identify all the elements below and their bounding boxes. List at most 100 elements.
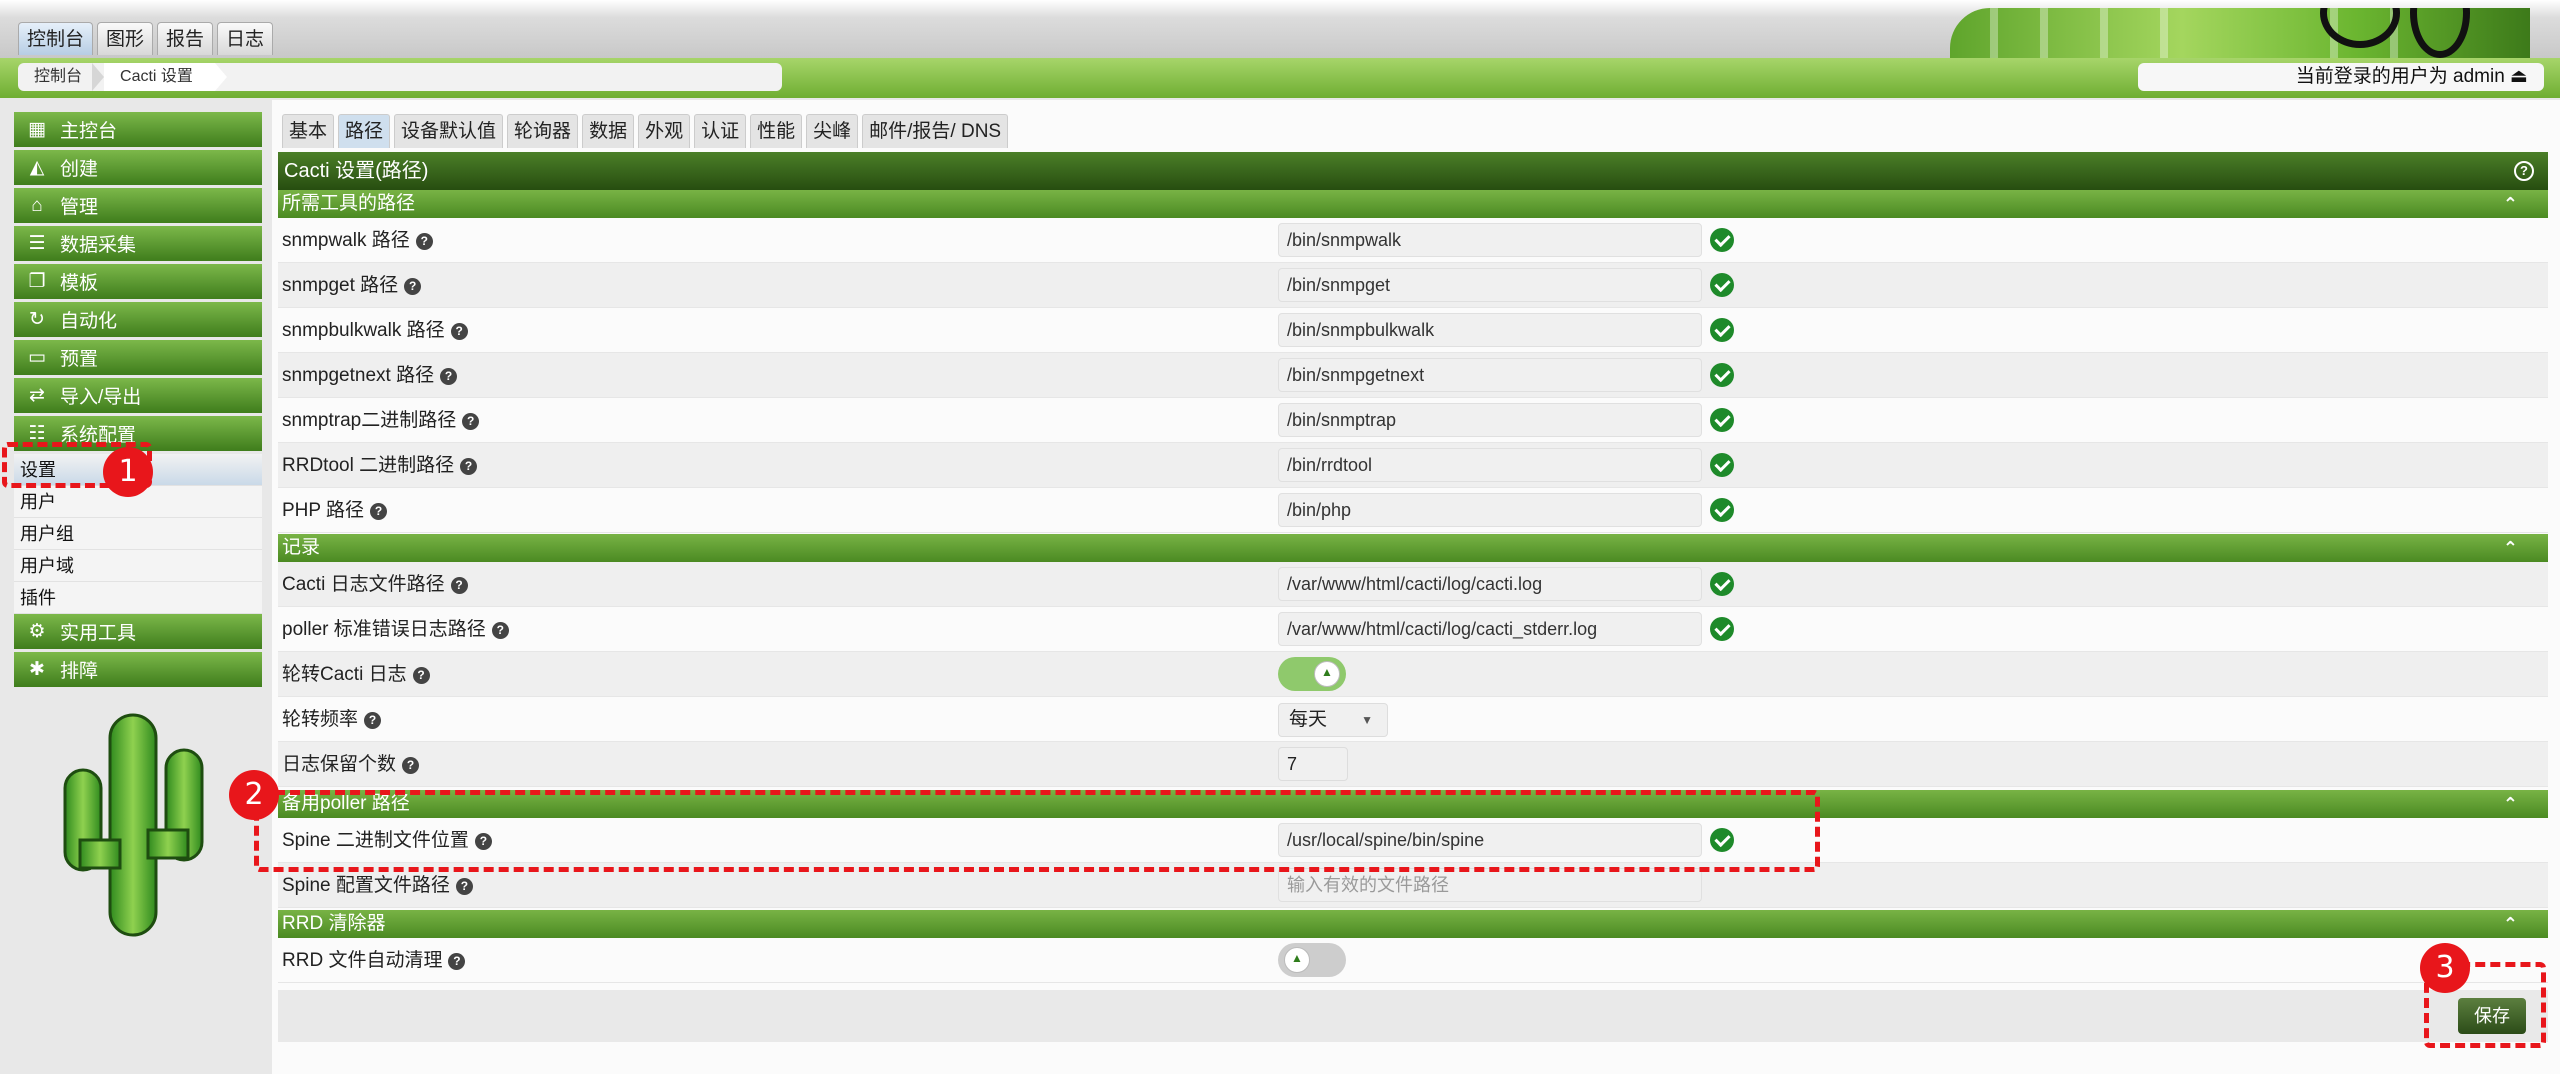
tab-performance[interactable]: 性能 [750,114,803,148]
sidebar-item-management[interactable]: ⌂ 管理 [14,188,262,223]
setting-row: 轮转频率? 每天 ▼ [278,697,2548,742]
help-icon[interactable]: ? [404,278,422,295]
breadcrumb-settings[interactable]: Cacti 设置 [104,63,227,91]
sidebar-item-create[interactable]: ◭ 创建 [14,150,262,185]
cogs-icon: ⚙ [28,621,46,642]
setting-row: RRD 文件自动清理? [278,938,2548,983]
help-icon[interactable]: ? [460,458,478,475]
tab-mail-reports-dns[interactable]: 邮件/报告/ DNS [862,114,1009,148]
sidebar-item-label: 排障 [60,661,99,682]
tab-visual[interactable]: 外观 [638,114,691,148]
logged-in-user[interactable]: 当前登录的用户为 admin ⏏ [2138,63,2544,91]
label-text: 轮转Cacti 日志 [282,664,407,685]
sync-icon: ↻ [29,309,45,330]
tab-poller[interactable]: 轮询器 [507,114,579,148]
poller-stderr-path-input[interactable]: /var/www/html/cacti/log/cacti_stderr.log [1278,612,1702,646]
tab-authentication[interactable]: 认证 [694,114,747,148]
label-text: RRDtool 二进制路径 [282,455,455,476]
php-path-input[interactable]: /bin/php [1278,493,1702,527]
label-text: snmpget 路径 [282,275,399,296]
setting-label: Cacti 日志文件路径? [282,562,468,607]
setting-label: 轮转频率? [282,697,382,742]
help-icon[interactable]: ? [370,503,388,520]
help-icon[interactable]: ? [450,577,468,594]
label-text: snmpbulkwalk 路径 [282,320,445,341]
rrdtool-path-input[interactable]: /bin/rrdtool [1278,448,1702,482]
check-icon [1710,273,1734,297]
help-icon[interactable]: ? [450,323,468,340]
sidebar-subitem-user-domains[interactable]: 用户域 [14,550,262,582]
snmpgetnext-path-input[interactable]: /bin/snmpgetnext [1278,358,1702,392]
toggle-knob [1284,947,1310,973]
collapse-icon[interactable]: ⌃ [2503,534,2518,562]
tab-data[interactable]: 数据 [582,114,635,148]
sidebar-item-presets[interactable]: ▭ 预置 [14,340,262,375]
help-icon[interactable]: ? [455,878,473,895]
annotation-marker-2: 2 [229,770,279,820]
rotate-log-toggle[interactable] [1278,657,1346,691]
setting-row: snmpwalk 路径? /bin/snmpwalk [278,218,2548,263]
setting-label: snmpgetnext 路径? [282,353,458,398]
top-tab-logs[interactable]: 日志 [217,22,274,55]
section-title: RRD 清除器 [282,913,386,934]
help-icon[interactable]: ? [462,413,480,430]
setting-label: 日志保留个数? [282,742,420,787]
snmpbulkwalk-path-input[interactable]: /bin/snmpbulkwalk [1278,313,1702,347]
section-title: 记录 [282,537,321,558]
sidebar-item-automation[interactable]: ↻ 自动化 [14,302,262,337]
setting-label: RRD 文件自动清理? [282,938,466,983]
sidebar-subitem-user-groups[interactable]: 用户组 [14,518,262,550]
sidebar-item-import-export[interactable]: ⇄ 导入/导出 [14,378,262,413]
setting-label: poller 标准错误日志路径? [282,607,509,652]
section-required-paths: 所需工具的路径 ⌃ [278,190,2548,218]
tab-device-defaults[interactable]: 设备默认值 [394,114,504,148]
sidebar-item-data-collection[interactable]: ☰ 数据采集 [14,226,262,261]
top-tab-console[interactable]: 控制台 [18,22,94,55]
tab-paths[interactable]: 路径 [338,114,391,148]
help-icon[interactable]: ? [402,757,420,774]
collapse-icon[interactable]: ⌃ [2503,790,2518,818]
annotation-box-2 [254,790,1820,872]
sidebar-item-label: 主控台 [60,121,118,142]
sidebar-item-troubleshooting[interactable]: ✱ 排障 [14,652,262,687]
setting-row: PHP 路径? /bin/php [278,488,2548,533]
snmpwalk-path-input[interactable]: /bin/snmpwalk [1278,223,1702,257]
snmptrap-path-input[interactable]: /bin/snmptrap [1278,403,1702,437]
breadcrumb-console[interactable]: 控制台 [18,63,105,91]
label-text: 轮转频率 [282,709,359,730]
collapse-icon[interactable]: ⌃ [2503,910,2518,938]
check-icon [1710,318,1734,342]
annotation-marker-1: 1 [103,447,153,497]
collapse-icon[interactable]: ⌃ [2503,190,2518,218]
snmpget-path-input[interactable]: /bin/snmpget [1278,268,1702,302]
cacti-log-path-input[interactable]: /var/www/html/cacti/log/cacti.log [1278,567,1702,601]
check-icon [1710,498,1734,522]
rotate-frequency-select[interactable]: 每天 ▼ [1278,703,1388,737]
section-rrd-cleaner: RRD 清除器 ⌃ [278,910,2548,938]
help-icon[interactable]: ? [415,233,433,250]
sidebar-item-templates[interactable]: ❐ 模板 [14,264,262,299]
help-icon[interactable]: ? [412,667,430,684]
panel-title: Cacti 设置(路径) ? [278,152,2548,190]
chevron-down-icon: ▼ [1361,713,1373,727]
help-icon[interactable]: ? [364,712,382,729]
spine-config-path-input[interactable]: 输入有效的文件路径 [1278,868,1702,902]
rrd-auto-clean-toggle[interactable] [1278,943,1346,977]
help-icon[interactable]: ? [2514,161,2534,181]
log-retention-input[interactable]: 7 [1278,747,1348,781]
breadcrumb: 控制台 Cacti 设置 [18,63,782,91]
setting-label: PHP 路径? [282,488,388,533]
help-icon[interactable]: ? [440,368,458,385]
sidebar-subitem-plugins[interactable]: 插件 [14,582,262,614]
help-icon[interactable]: ? [448,953,466,970]
tab-spikes[interactable]: 尖峰 [806,114,859,148]
setting-label: 轮转Cacti 日志? [282,652,430,697]
label-text: poller 标准错误日志路径 [282,619,486,640]
sidebar-item-label: 模板 [60,273,99,294]
tab-general[interactable]: 基本 [282,114,335,148]
top-tab-graphs[interactable]: 图形 [97,22,154,55]
top-tab-reports[interactable]: 报告 [157,22,214,55]
sidebar-item-utilities[interactable]: ⚙ 实用工具 [14,614,262,649]
help-icon[interactable]: ? [491,622,509,639]
sidebar-item-console[interactable]: ▦ 主控台 [14,112,262,147]
